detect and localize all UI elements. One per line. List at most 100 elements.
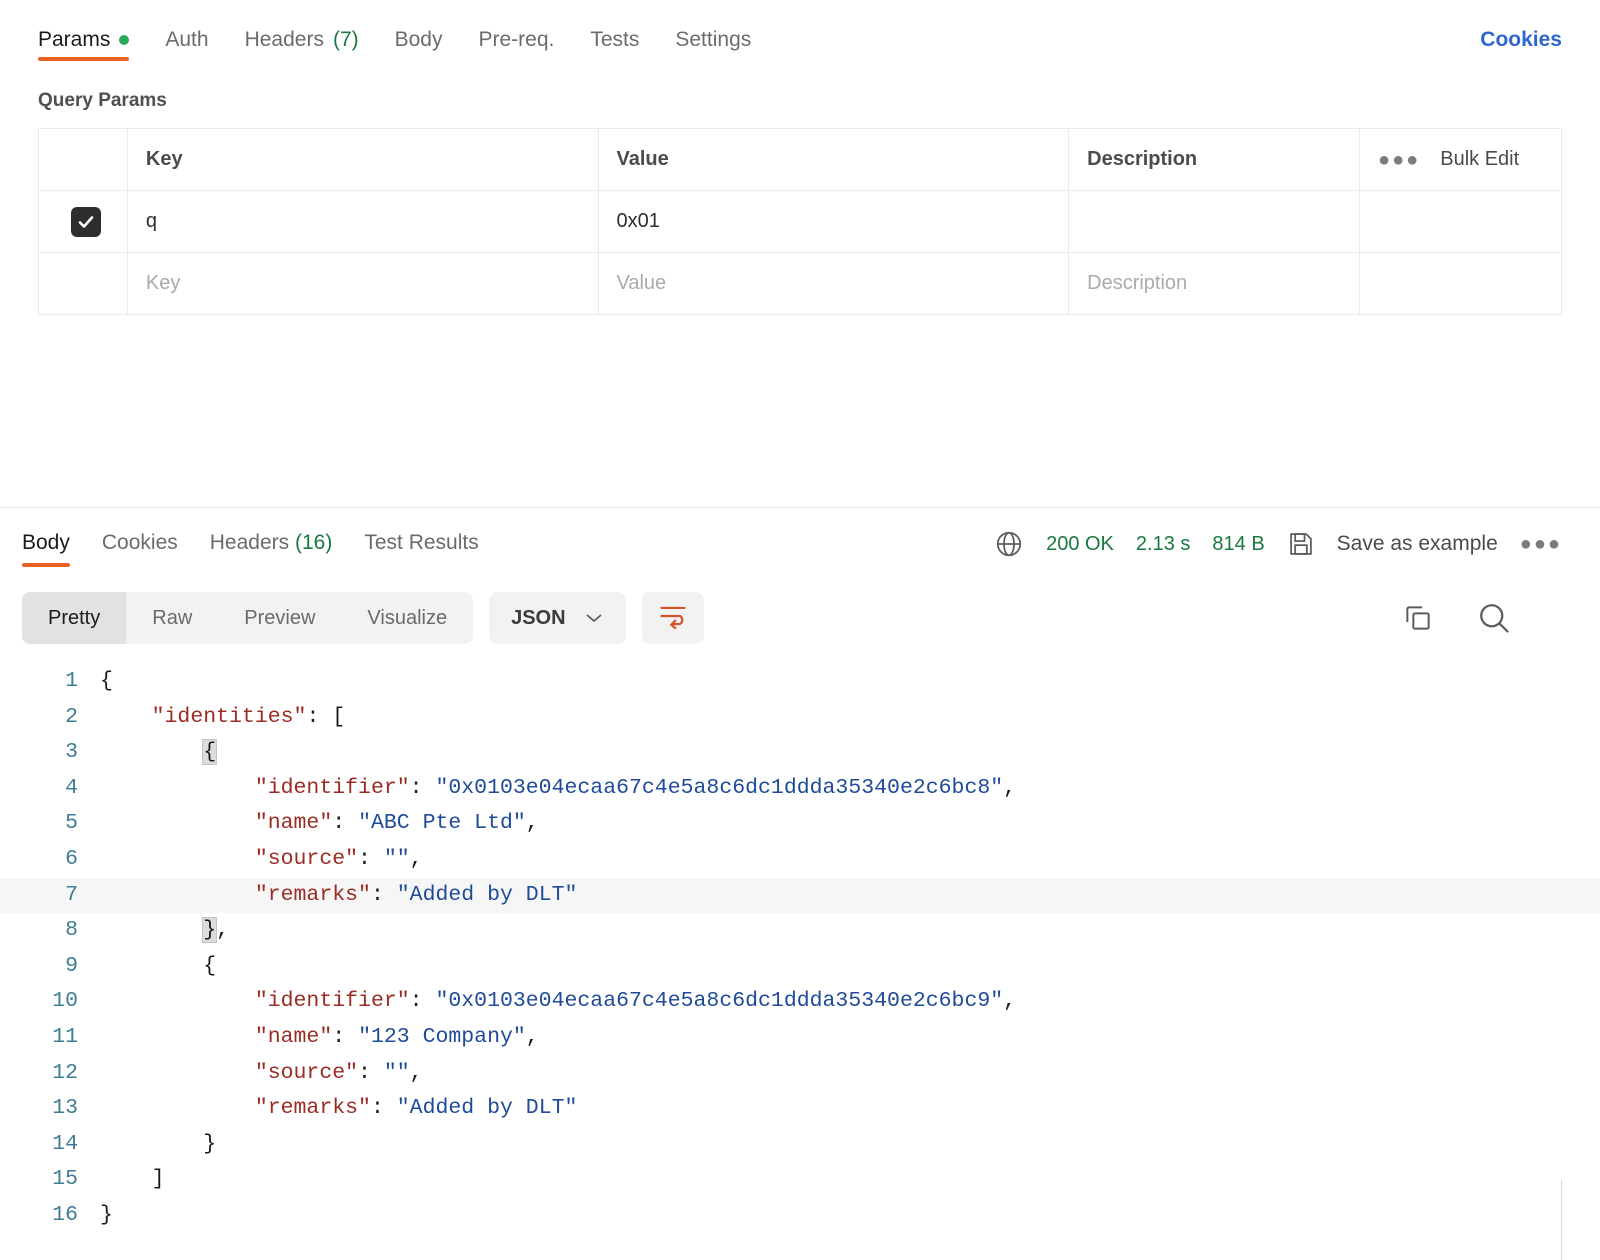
tab-prereq[interactable]: Pre-req.	[479, 28, 555, 70]
view-mode-visualize[interactable]: Visualize	[341, 592, 473, 644]
response-more-options-icon[interactable]: ●●●	[1520, 534, 1562, 554]
header-checkbox-cell	[38, 128, 128, 191]
bulk-edit-button[interactable]: Bulk Edit	[1440, 148, 1519, 171]
search-icon[interactable]	[1476, 600, 1512, 636]
json-string: "Added by DLT"	[396, 1096, 578, 1121]
code-line-text: "identities": [	[100, 700, 346, 736]
json-punctuation: {	[100, 669, 113, 693]
header-description: Description	[1068, 128, 1360, 191]
copy-icon[interactable]	[1402, 602, 1434, 634]
code-line-text: }	[100, 1127, 216, 1163]
globe-icon[interactable]	[994, 529, 1024, 559]
row-checkbox-cell	[38, 190, 128, 253]
json-key: "remarks"	[254, 882, 371, 907]
tab-auth[interactable]: Auth	[165, 28, 208, 70]
right-panel-border	[1561, 1180, 1562, 1260]
language-select[interactable]: JSON	[489, 592, 626, 644]
tab-settings-label: Settings	[675, 28, 752, 51]
tab-prereq-label: Pre-req.	[478, 28, 555, 51]
wrap-lines-button[interactable]	[641, 592, 704, 644]
json-punctuation: }	[203, 1131, 217, 1156]
code-line-number: 12	[52, 1060, 78, 1085]
code-line-number: 8	[65, 918, 78, 943]
code-line: 16}	[0, 1198, 1600, 1230]
json-punctuation: ,	[409, 1060, 423, 1085]
row-description[interactable]	[1068, 190, 1360, 253]
row-spacer	[1358, 190, 1563, 253]
code-line-number: 9	[65, 953, 78, 978]
tab-tests[interactable]: Tests	[590, 28, 639, 70]
table-header-row: Key Value Description ●●● Bulk Edit	[38, 128, 1563, 191]
code-line-number: 5	[65, 811, 78, 836]
header-bulk-edit-cell: ●●● Bulk Edit	[1358, 128, 1563, 191]
more-options-icon[interactable]: ●●●	[1378, 150, 1420, 170]
json-string: "Added by DLT"	[396, 882, 578, 907]
header-key: Key	[126, 128, 599, 191]
view-mode-preview[interactable]: Preview	[218, 592, 341, 644]
code-line-text: "identifier": "0x0103e04ecaa67c4e5a8c6dc…	[100, 984, 1016, 1020]
code-line: 5 "name": "ABC Pte Ltd",	[0, 806, 1600, 842]
tab-params[interactable]: Params	[38, 28, 130, 70]
save-as-example-button[interactable]: Save as example	[1337, 532, 1498, 556]
view-mode-raw[interactable]: Raw	[126, 592, 218, 644]
language-select-value: JSON	[511, 606, 566, 629]
chevron-down-icon	[584, 608, 604, 629]
response-tab-body[interactable]: Body	[22, 515, 70, 573]
code-line: 10 "identifier": "0x0103e04ecaa67c4e5a8c…	[0, 984, 1600, 1020]
query-params-title: Query Params	[38, 90, 167, 111]
json-punctuation: :	[358, 1060, 384, 1085]
response-body-code-viewer[interactable]: 1{2 "identities": [3 {4 "identifier": "0…	[0, 656, 1600, 1230]
tab-settings[interactable]: Settings	[675, 28, 751, 70]
code-line-text: {	[100, 949, 216, 985]
json-punctuation: :	[370, 1096, 397, 1121]
response-tab-test-results-label: Test Results	[364, 531, 479, 554]
cookies-link[interactable]: Cookies	[1480, 28, 1562, 70]
tab-headers-count: (7)	[332, 28, 359, 51]
json-string: "0x0103e04ecaa67c4e5a8c6dc1ddda35340e2c6…	[435, 775, 1004, 800]
empty-row-value-input[interactable]: Value	[597, 252, 1070, 315]
row-enabled-checkbox[interactable]	[71, 206, 101, 237]
request-pane: Params Auth Headers (7) Body Pre-req. Te…	[0, 0, 1600, 508]
json-matching-brace: }	[202, 917, 218, 944]
save-icon[interactable]	[1287, 530, 1315, 558]
empty-row-checkbox-cell	[38, 252, 128, 315]
json-punctuation: ,	[525, 1024, 539, 1049]
response-tab-cookies[interactable]: Cookies	[102, 515, 178, 573]
view-mode-pretty[interactable]: Pretty	[22, 592, 127, 644]
json-punctuation: ,	[409, 846, 423, 871]
json-punctuation: :	[409, 989, 436, 1014]
json-punctuation: :	[358, 846, 384, 871]
code-line-number: 2	[65, 704, 78, 729]
row-value[interactable]: 0x01	[597, 190, 1070, 253]
json-key: "identities"	[151, 704, 307, 729]
code-line-text: "remarks": "Added by DLT"	[100, 1091, 578, 1127]
empty-row-description-input[interactable]: Description	[1068, 252, 1360, 315]
row-key[interactable]: q	[126, 190, 599, 253]
response-tab-bar: Body Cookies Headers (16) Test Results 2…	[0, 508, 1600, 580]
response-tab-headers-count: (16)	[294, 531, 333, 554]
code-line-text: "source": "",	[100, 1056, 423, 1092]
wrap-lines-icon	[658, 603, 688, 634]
check-icon	[78, 215, 94, 228]
json-punctuation: ,	[216, 918, 230, 943]
code-line-number: 14	[52, 1131, 78, 1156]
response-meta: 200 OK 2.13 s 814 B Save as example ●●●	[994, 529, 1578, 559]
json-string: ""	[383, 1060, 410, 1085]
header-value: Value	[597, 128, 1070, 191]
status-badge: 200 OK	[1046, 532, 1114, 555]
empty-row-spacer	[1358, 252, 1563, 315]
response-size: 814 B	[1212, 532, 1265, 555]
code-line-text: {	[100, 735, 218, 771]
code-line: 13 "remarks": "Added by DLT"	[0, 1091, 1600, 1127]
empty-row-key-input[interactable]: Key	[126, 252, 599, 315]
query-params-table: Key Value Description ●●● Bulk Edit q 0x…	[38, 128, 1563, 315]
code-line-number: 11	[52, 1024, 78, 1049]
code-line-text: "name": "ABC Pte Ltd",	[100, 806, 539, 842]
response-tab-test-results[interactable]: Test Results	[364, 515, 478, 573]
code-line-text: "source": "",	[100, 842, 423, 878]
viewer-right-actions	[1402, 600, 1578, 636]
code-line-text: }	[100, 1198, 113, 1230]
response-tab-headers[interactable]: Headers (16)	[210, 515, 333, 573]
tab-body[interactable]: Body	[395, 28, 443, 70]
tab-headers[interactable]: Headers (7)	[245, 28, 359, 70]
